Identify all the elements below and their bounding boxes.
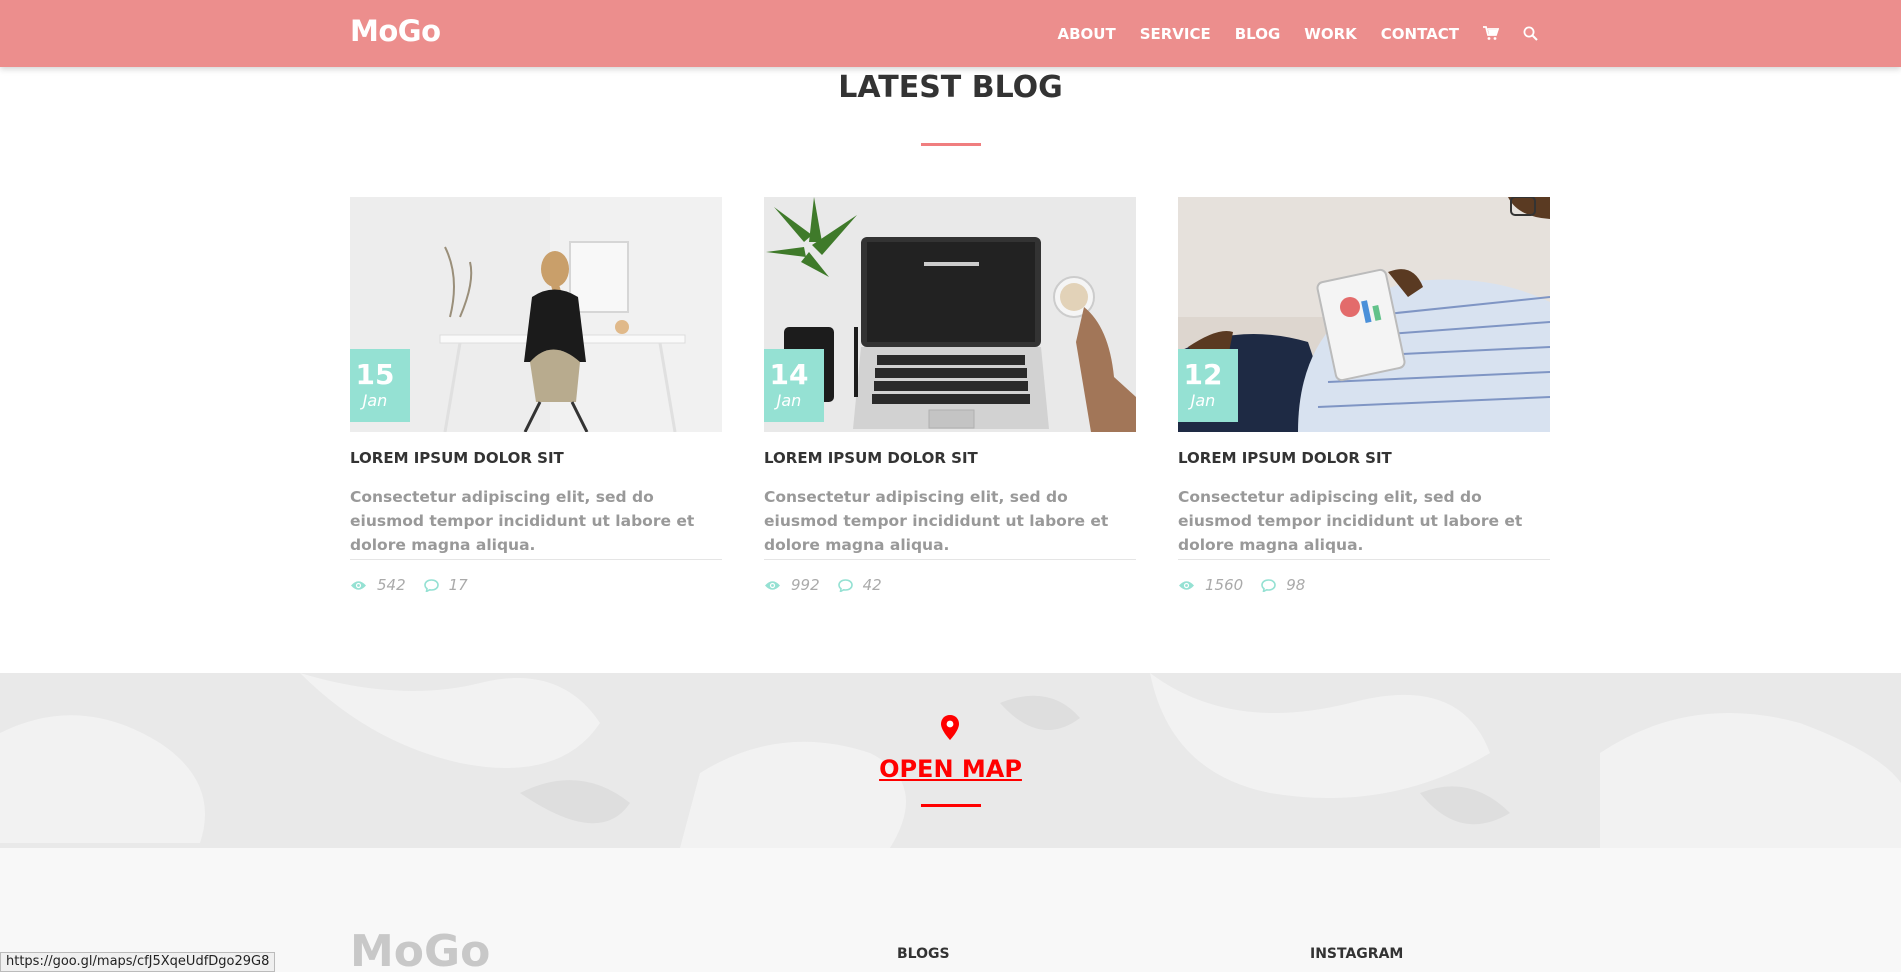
footer-instagram-heading: INSTAGRAM bbox=[1310, 946, 1404, 962]
comment-icon bbox=[423, 578, 439, 592]
nav-work[interactable]: WORK bbox=[1304, 25, 1356, 43]
comment-icon bbox=[837, 578, 853, 592]
map-section: OPEN MAP bbox=[0, 673, 1901, 848]
blog-card[interactable]: 12 Jan LOREM IPSUM DOLOR SIT Consectetur… bbox=[1178, 197, 1550, 594]
eye-icon bbox=[350, 580, 367, 591]
date-month: Jan bbox=[362, 391, 388, 410]
footer-logo[interactable]: MoGo bbox=[350, 926, 490, 972]
open-map-link[interactable]: OPEN MAP bbox=[0, 755, 1901, 783]
post-excerpt: Consectetur adipiscing elit, sed do eius… bbox=[764, 488, 1109, 554]
date-month: Jan bbox=[776, 391, 802, 410]
nav-service[interactable]: SERVICE bbox=[1140, 25, 1211, 43]
eye-icon bbox=[764, 580, 781, 591]
post-stats: 992 42 bbox=[764, 576, 1136, 594]
site-header: MoGo ABOUT SERVICE BLOG WORK CONTACT bbox=[0, 0, 1901, 67]
comment-count: 17 bbox=[448, 576, 468, 594]
blog-card[interactable]: 14 Jan LOREM IPSUM DOLOR SIT Consectetur… bbox=[764, 197, 1136, 594]
comment-count: 98 bbox=[1286, 576, 1306, 594]
date-day: 12 bbox=[1183, 358, 1223, 391]
post-title[interactable]: LOREM IPSUM DOLOR SIT bbox=[1178, 449, 1550, 467]
post-stats: 542 17 bbox=[350, 576, 722, 594]
nav-contact[interactable]: CONTACT bbox=[1381, 25, 1459, 43]
comment-icon bbox=[1261, 578, 1276, 592]
blog-image-laptop[interactable]: 14 Jan bbox=[764, 197, 1136, 432]
view-count: 1560 bbox=[1205, 576, 1244, 594]
post-excerpt: Consectetur adipiscing elit, sed do eius… bbox=[350, 488, 695, 554]
card-divider bbox=[1178, 559, 1550, 560]
date-month: Jan bbox=[1190, 391, 1216, 410]
nav-about[interactable]: ABOUT bbox=[1057, 25, 1115, 43]
post-title[interactable]: LOREM IPSUM DOLOR SIT bbox=[350, 449, 722, 467]
blog-card[interactable]: 15 Jan LOREM IPSUM DOLOR SIT Consectetur… bbox=[350, 197, 722, 594]
card-divider bbox=[350, 559, 722, 560]
blog-image-tablet-man[interactable]: 12 Jan bbox=[1178, 197, 1550, 432]
date-badge: 14 Jan bbox=[764, 349, 824, 422]
date-badge: 15 Jan bbox=[350, 349, 410, 422]
eye-icon bbox=[1178, 580, 1195, 591]
blog-image-woman-desk[interactable]: 15 Jan bbox=[350, 197, 722, 432]
view-count: 542 bbox=[377, 576, 406, 594]
section-title: LATEST BLOG bbox=[838, 70, 1063, 105]
map-divider bbox=[921, 804, 981, 807]
footer-blogs-heading: BLOGS bbox=[897, 946, 950, 962]
cart-icon[interactable] bbox=[1483, 26, 1499, 41]
date-badge: 12 Jan bbox=[1178, 349, 1238, 422]
date-day: 15 bbox=[355, 358, 395, 391]
view-count: 992 bbox=[791, 576, 820, 594]
search-icon[interactable] bbox=[1523, 26, 1538, 41]
site-logo[interactable]: MoGo bbox=[350, 14, 441, 48]
site-footer: MoGo BLOGS INSTAGRAM bbox=[0, 848, 1901, 972]
comment-count: 42 bbox=[862, 576, 882, 594]
main-nav: ABOUT SERVICE BLOG WORK CONTACT bbox=[1033, 0, 1538, 67]
status-bar-url: https://goo.gl/maps/cfJ5XqeUdfDgo29G8 bbox=[0, 952, 276, 972]
date-day: 14 bbox=[769, 358, 809, 391]
card-divider bbox=[764, 559, 1136, 560]
map-pin-icon bbox=[940, 715, 960, 744]
nav-blog[interactable]: BLOG bbox=[1235, 25, 1281, 43]
title-divider bbox=[921, 143, 981, 146]
post-stats: 1560 98 bbox=[1178, 576, 1550, 594]
post-title[interactable]: LOREM IPSUM DOLOR SIT bbox=[764, 449, 1136, 467]
post-excerpt: Consectetur adipiscing elit, sed do eius… bbox=[1178, 488, 1523, 554]
